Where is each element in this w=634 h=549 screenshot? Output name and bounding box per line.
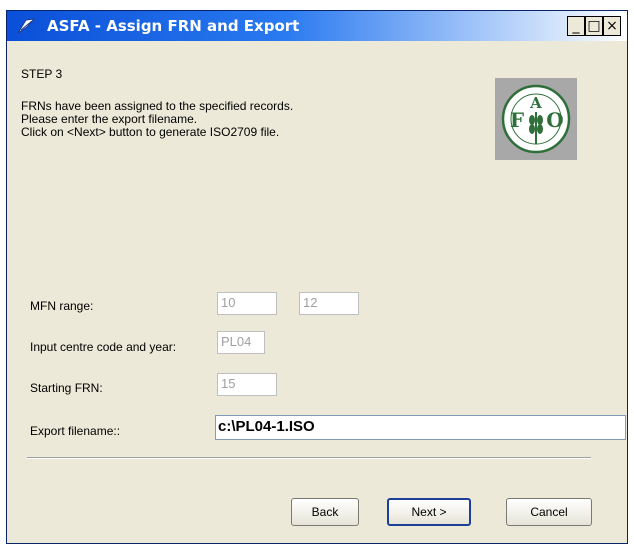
mfn-from-field[interactable]: 10 <box>217 292 277 315</box>
mfn-to-field[interactable]: 12 <box>299 292 359 315</box>
back-button[interactable]: Back <box>291 498 359 526</box>
logo-letter-a: A <box>529 94 542 112</box>
logo-letter-o: O <box>546 108 563 132</box>
instruction-line-2: Please enter the export filename. <box>21 112 198 126</box>
starting-frn-label: Starting FRN: <box>30 381 103 395</box>
step-label: STEP 3 <box>21 67 63 81</box>
cancel-button[interactable]: Cancel <box>506 498 592 526</box>
window-title: ASFA - Assign FRN and Export <box>47 17 300 35</box>
export-filename-input[interactable]: c:\PL04-1.ISO <box>215 415 626 440</box>
centre-code-label: Input centre code and year: <box>30 340 177 354</box>
logo-letter-f: F <box>510 108 524 132</box>
next-button[interactable]: Next > <box>387 498 471 526</box>
fao-logo: F A O <box>495 78 577 160</box>
separator <box>27 457 591 459</box>
instruction-line-1: FRNs have been assigned to the specified… <box>21 99 294 113</box>
maximize-button[interactable]: □ <box>585 16 603 36</box>
app-icon <box>17 18 35 34</box>
dialog-content: STEP 3 FRNs have been assigned to the sp… <box>7 41 627 543</box>
instruction-line-3: Click on <Next> button to generate ISO27… <box>21 125 280 139</box>
title-bar[interactable]: ASFA - Assign FRN and Export _ □ × <box>7 11 627 41</box>
starting-frn-field[interactable]: 15 <box>217 373 277 396</box>
export-filename-label: Export filename:: <box>30 424 121 438</box>
centre-code-field[interactable]: PL04 <box>217 331 265 354</box>
mfn-range-label: MFN range: <box>30 299 94 313</box>
dialog-window: ASFA - Assign FRN and Export _ □ × STEP … <box>6 10 628 544</box>
close-button[interactable]: × <box>603 16 621 36</box>
minimize-button[interactable]: _ <box>567 16 585 36</box>
